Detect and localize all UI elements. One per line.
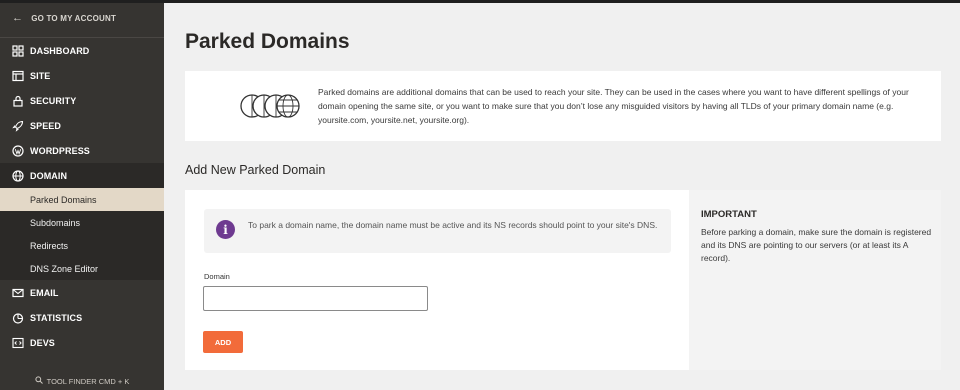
sidebar-item-wordpress[interactable]: WORDPRESS bbox=[0, 138, 164, 163]
info-icon: i bbox=[216, 220, 235, 239]
sidebar-item-site[interactable]: SITE bbox=[0, 63, 164, 88]
tool-finder[interactable]: TOOL FINDER CMD + K bbox=[0, 376, 164, 386]
sidebar: ← GO TO MY ACCOUNT DASHBOARD SITE SECURI… bbox=[0, 0, 164, 390]
tool-finder-label: TOOL FINDER CMD + K bbox=[46, 376, 130, 386]
sidebar-item-speed[interactable]: SPEED bbox=[0, 113, 164, 138]
sidebar-item-domain[interactable]: DOMAIN bbox=[0, 163, 164, 188]
sidebar-subitem-redirects[interactable]: Redirects bbox=[0, 234, 164, 257]
domain-submenu: Parked Domains Subdomains Redirects DNS … bbox=[0, 188, 164, 280]
pie-chart-icon bbox=[12, 312, 24, 324]
go-to-account-link[interactable]: ← GO TO MY ACCOUNT bbox=[0, 0, 164, 38]
site-icon bbox=[12, 70, 24, 82]
sidebar-item-dashboard[interactable]: DASHBOARD bbox=[0, 38, 164, 63]
sidebar-item-email[interactable]: EMAIL bbox=[0, 280, 164, 305]
sidebar-item-label: DASHBOARD bbox=[30, 45, 90, 56]
domain-input[interactable] bbox=[203, 286, 428, 311]
sidebar-item-label: SPEED bbox=[30, 120, 62, 131]
important-panel: IMPORTANT Before parking a domain, make … bbox=[689, 190, 941, 370]
rocket-icon bbox=[12, 120, 24, 132]
sidebar-subitem-dns-zone-editor[interactable]: DNS Zone Editor bbox=[0, 257, 164, 280]
info-card: Parked domains are additional domains th… bbox=[185, 71, 941, 141]
notice-box: i To park a domain name, the domain name… bbox=[204, 209, 671, 253]
code-icon bbox=[12, 337, 24, 349]
arrow-left-icon: ← bbox=[12, 12, 24, 24]
lock-icon bbox=[12, 95, 24, 107]
notice-text: To park a domain name, the domain name m… bbox=[248, 220, 658, 230]
sidebar-subitem-subdomains[interactable]: Subdomains bbox=[0, 211, 164, 234]
important-title: IMPORTANT bbox=[701, 209, 757, 220]
globes-illustration-icon bbox=[240, 94, 300, 118]
sidebar-item-label: DOMAIN bbox=[30, 170, 68, 181]
sidebar-subitem-parked-domains[interactable]: Parked Domains bbox=[0, 188, 164, 211]
wordpress-icon bbox=[12, 144, 24, 157]
sidebar-item-security[interactable]: SECURITY bbox=[0, 88, 164, 113]
sidebar-item-devs[interactable]: DEVS bbox=[0, 330, 164, 355]
sidebar-item-label: STATISTICS bbox=[30, 312, 83, 323]
add-domain-form: i To park a domain name, the domain name… bbox=[185, 190, 689, 370]
globe-icon bbox=[12, 169, 24, 182]
search-icon bbox=[35, 376, 43, 386]
go-to-account-label: GO TO MY ACCOUNT bbox=[31, 14, 117, 23]
sidebar-item-label: SITE bbox=[30, 70, 51, 81]
add-button[interactable]: ADD bbox=[203, 331, 243, 353]
envelope-icon bbox=[12, 287, 24, 299]
sidebar-item-label: DEVS bbox=[30, 337, 55, 348]
info-description: Parked domains are additional domains th… bbox=[318, 87, 909, 125]
domain-label: Domain bbox=[204, 272, 230, 281]
add-domain-card: i To park a domain name, the domain name… bbox=[185, 190, 941, 370]
sidebar-item-statistics[interactable]: STATISTICS bbox=[0, 305, 164, 330]
top-border bbox=[0, 0, 960, 3]
main-content: Parked Domains Parked domains are additi… bbox=[164, 3, 960, 390]
dashboard-icon bbox=[12, 44, 24, 57]
important-text: Before parking a domain, make sure the d… bbox=[701, 227, 932, 263]
sidebar-item-label: SECURITY bbox=[30, 95, 77, 106]
section-title: Add New Parked Domain bbox=[185, 163, 326, 177]
sidebar-item-label: EMAIL bbox=[30, 287, 59, 298]
page-title: Parked Domains bbox=[185, 30, 350, 53]
sidebar-item-label: WORDPRESS bbox=[30, 145, 90, 156]
